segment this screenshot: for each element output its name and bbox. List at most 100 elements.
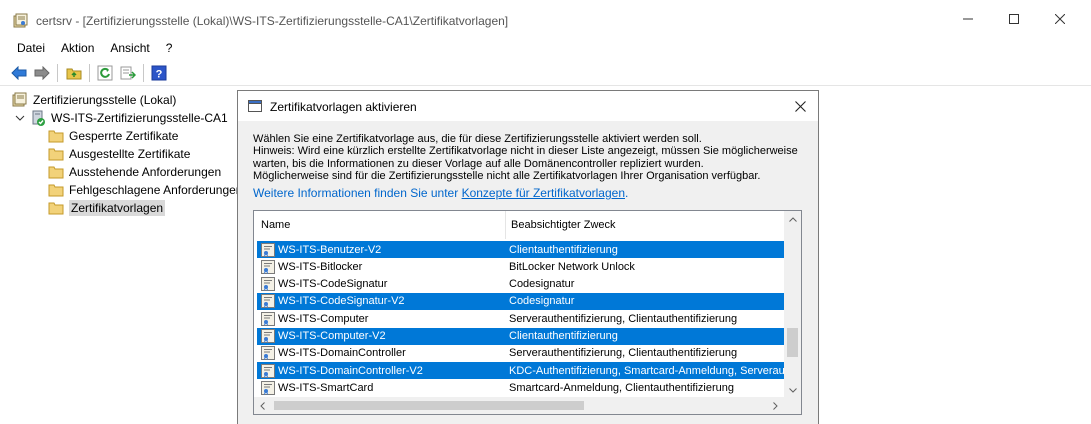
template-purpose: Codesignatur [509, 278, 575, 291]
dialog-titlebar: Zertifikatvorlagen aktivieren [238, 91, 818, 121]
template-purpose: Clientauthentifizierung [509, 243, 618, 256]
folder-icon [48, 202, 64, 215]
certificate-template-icon [261, 363, 275, 378]
dialog-instructions: Wählen Sie eine Zertifikatvorlage aus, d… [253, 133, 813, 182]
column-header-name[interactable]: Name [254, 211, 506, 239]
horizontal-scrollbar[interactable] [254, 397, 784, 414]
table-row[interactable]: WS-ITS-CodeSignatur Codesignatur [257, 276, 784, 293]
minimize-icon [963, 18, 973, 20]
template-name: WS-ITS-Bitlocker [278, 260, 363, 273]
table-row[interactable]: WS-ITS-Bitlocker BitLocker Network Unlock [257, 258, 784, 275]
template-purpose: Clientauthentifizierung [509, 330, 618, 342]
vertical-scrollbar[interactable] [784, 211, 801, 399]
export-button[interactable] [119, 64, 137, 82]
table-row[interactable]: WS-ITS-Benutzer-V2 Clientauthentifizierun… [257, 241, 784, 258]
svg-text:?: ? [156, 69, 163, 81]
concepts-link[interactable]: Konzepte für Zertifikatvorlagen [462, 186, 625, 200]
help-button[interactable]: ? [150, 64, 168, 82]
tree-item-label: Fehlgeschlagene Anforderungen [69, 183, 243, 197]
up-folder-button[interactable] [65, 64, 83, 82]
table-row[interactable]: WS-ITS-DomainController Serverauthentifiz… [257, 345, 784, 362]
template-name: WS-ITS-DomainController-V2 [278, 364, 423, 377]
certificate-template-icon [261, 277, 275, 292]
template-name: WS-ITS-Benutzer-V2 [278, 243, 382, 256]
tree-item-pending[interactable]: Ausstehende Anforderungen [48, 163, 221, 181]
instruction-line: Hinweis: Wird eine kürzlich erstellte Ze… [253, 145, 798, 158]
window-titlebar: certsrv - [Zertifizierungsstelle (Lokal)… [0, 0, 1091, 38]
toolbar-separator [89, 64, 90, 82]
table-row[interactable]: WS-ITS-DomainController-V2 KDC-Authentifi… [257, 362, 784, 380]
export-list-icon [120, 66, 136, 80]
menu-help[interactable]: ? [158, 38, 181, 58]
folder-icon [48, 166, 64, 179]
template-list[interactable]: Name Beabsichtigter Zweck WS-ITS-Benutze… [253, 210, 802, 415]
tree-item-label: Ausstehende Anforderungen [69, 165, 222, 179]
menu-view[interactable]: Ansicht [102, 38, 157, 58]
instruction-line: warten, bis die Informationen zu dieser … [253, 157, 704, 170]
chevron-down-icon[interactable] [15, 113, 25, 123]
tree-root[interactable]: Zertifizierungsstelle (Lokal) [12, 91, 176, 109]
folder-icon [48, 130, 64, 143]
window-icon [248, 100, 262, 112]
scrollbar-corner [784, 397, 801, 414]
template-purpose: BitLocker Network Unlock [509, 260, 635, 273]
template-purpose: Codesignatur [509, 295, 575, 308]
instruction-line: Wählen Sie eine Zertifikatvorlage aus, d… [253, 133, 702, 145]
menu-action[interactable]: Aktion [53, 38, 102, 58]
template-rows: WS-ITS-Benutzer-V2 Clientauthentifizierun… [254, 241, 784, 401]
tree-item-revoked[interactable]: Gesperrte Zertifikate [48, 127, 178, 145]
template-purpose: Serverauthentifizierung, Clientauthentif… [509, 347, 738, 360]
toolbar-separator [57, 64, 58, 82]
tree-ca-node[interactable]: WS-ITS-Zertifizierungsstelle-CA1 [30, 109, 228, 127]
menu-bar: Datei Aktion Ansicht ? [0, 38, 1091, 58]
arrow-left-icon [11, 66, 27, 80]
scroll-up-arrow[interactable] [784, 211, 801, 228]
column-header-purpose[interactable]: Beabsichtigter Zweck [506, 211, 784, 239]
template-name: WS-ITS-Computer [278, 312, 369, 325]
tree-item-issued[interactable]: Ausgestellte Zertifikate [48, 145, 190, 163]
back-button[interactable] [10, 64, 28, 82]
result-pane [819, 88, 1091, 424]
maximize-icon [1009, 14, 1019, 24]
toolbar: ? [0, 60, 1091, 86]
table-row[interactable]: WS-ITS-CodeSignatur-V2 Codesignatur [257, 292, 784, 310]
help-icon: ? [151, 65, 167, 81]
certificate-template-icon [261, 380, 275, 395]
vertical-scroll-thumb[interactable] [787, 328, 798, 357]
scroll-right-arrow[interactable] [767, 397, 784, 414]
tree-item-templates[interactable]: Zertifikatvorlagen [48, 199, 166, 217]
certificate-template-icon [261, 346, 275, 361]
arrow-right-icon [34, 66, 50, 80]
tree-item-label: Ausgestellte Zertifikate [69, 147, 191, 161]
template-name: WS-ITS-CodeSignatur [278, 278, 388, 291]
dialog-close-button[interactable] [790, 96, 810, 116]
table-row[interactable]: WS-ITS-SmartCard Smartcard-Anmeldung, Cli… [257, 379, 784, 396]
close-icon [1055, 14, 1065, 24]
horizontal-scroll-thumb[interactable] [274, 401, 584, 410]
more-info-line: Weitere Informationen finden Sie unter K… [253, 186, 628, 200]
certificate-template-icon [261, 294, 275, 309]
template-name: WS-ITS-Computer-V2 [278, 330, 386, 342]
toolbar-separator [143, 64, 144, 82]
maximize-button[interactable] [991, 0, 1037, 38]
scroll-left-arrow[interactable] [254, 397, 271, 414]
table-row[interactable]: WS-ITS-Computer Serverauthentifizierung, … [257, 310, 784, 327]
table-row[interactable]: WS-ITS-Computer-V2 Clientauthentifizierun… [257, 327, 784, 345]
template-name: WS-ITS-CodeSignatur-V2 [278, 295, 405, 308]
close-button[interactable] [1037, 0, 1083, 38]
forward-button[interactable] [33, 64, 51, 82]
chevron-up-icon [788, 217, 797, 222]
ca-server-check-icon [32, 110, 45, 126]
chevron-down-icon [788, 388, 797, 393]
template-purpose: Serverauthentifizierung, Clientauthentif… [509, 312, 738, 325]
more-info-suffix: . [625, 186, 629, 200]
refresh-button[interactable] [96, 64, 114, 82]
tree-item-failed[interactable]: Fehlgeschlagene Anforderungen [48, 181, 242, 199]
template-purpose: KDC-Authentifizierung, Smartcard-Anmeldu… [509, 364, 784, 377]
window-title: certsrv - [Zertifizierungsstelle (Lokal)… [36, 14, 509, 28]
instruction-line: Möglicherweise sind für die Zertifizieru… [253, 169, 761, 182]
menu-file[interactable]: Datei [0, 38, 53, 58]
template-purpose: Smartcard-Anmeldung, Clientauthentifizie… [509, 381, 735, 394]
certificate-template-icon [261, 311, 275, 326]
minimize-button[interactable] [945, 0, 991, 38]
